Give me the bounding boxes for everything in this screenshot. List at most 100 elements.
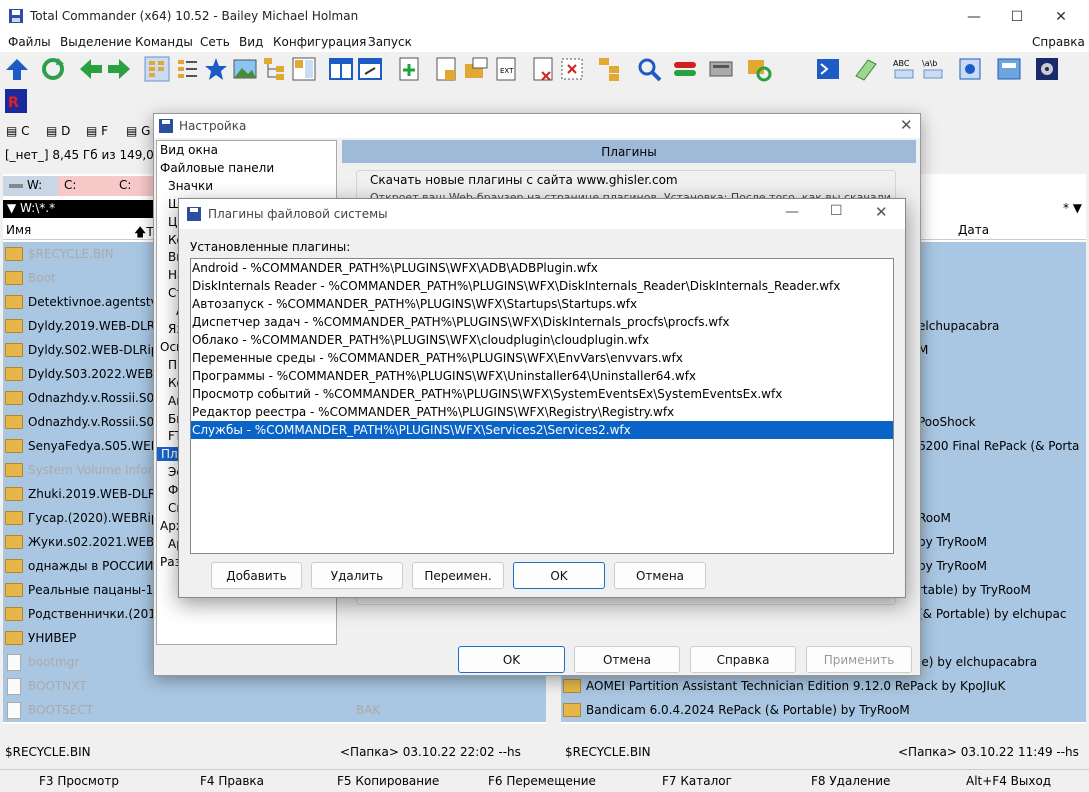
drive-f-icon[interactable]: ▤ F	[86, 124, 108, 138]
menu-help[interactable]: Справка	[1032, 35, 1085, 49]
f4-edit-button[interactable]: F4 Правка	[200, 774, 264, 788]
menu-files[interactable]: Файлы	[8, 35, 51, 49]
plugin-list-item[interactable]: Облако - %COMMANDER_PATH%\PLUGINS\WFX\cl…	[191, 331, 893, 349]
folder-tree-icon[interactable]	[597, 56, 623, 82]
tree-view-icon[interactable]	[262, 56, 288, 82]
settings-icon[interactable]	[957, 56, 983, 82]
installed-plugins-list[interactable]: Android - %COMMANDER_PATH%\PLUGINS\WFX\A…	[190, 258, 894, 554]
function-key-bar: F3 Просмотр F4 Правка F5 Копирование F6 …	[0, 769, 1089, 792]
vertical-split-icon[interactable]	[328, 56, 354, 82]
menu-configuration[interactable]: Конфигурация	[273, 35, 366, 49]
plugin-list-item[interactable]: Android - %COMMANDER_PATH%\PLUGINS\WFX\A…	[191, 259, 893, 277]
delete-file-icon[interactable]	[530, 56, 556, 82]
settings-help-button[interactable]: Справка	[690, 646, 796, 673]
menu-selection[interactable]: Выделение	[60, 35, 131, 49]
tree-item[interactable]: Ц	[168, 215, 177, 229]
plugin-list-item[interactable]: DiskInternals Reader - %COMMANDER_PATH%\…	[191, 277, 893, 295]
file-name: by TryRooM	[918, 559, 987, 573]
plugin-list-item[interactable]: Просмотр событий - %COMMANDER_PATH%\PLUG…	[191, 385, 893, 403]
f7-mkdir-button[interactable]: F7 Каталог	[662, 774, 732, 788]
col-date[interactable]: Дата	[958, 223, 989, 237]
settings-ok-button[interactable]: OK	[458, 646, 565, 673]
left-tab-bar: W: C: C:	[3, 174, 163, 196]
settings-close-icon[interactable]: ✕	[900, 116, 913, 134]
drive-c-icon[interactable]: ▤ C	[6, 124, 30, 138]
add-plugin-button[interactable]: Добавить	[211, 562, 302, 589]
search-icon[interactable]	[636, 56, 662, 82]
table-row[interactable]: BOOTNXT	[3, 674, 546, 698]
plugin-list-item[interactable]: Автозапуск - %COMMANDER_PATH%\PLUGINS\WF…	[191, 295, 893, 313]
rename-regex-icon[interactable]: \a\b	[920, 56, 946, 82]
menu-bar: Файлы Выделение Команды Сеть Вид Конфигу…	[0, 33, 1089, 52]
fs-close-icon[interactable]: ✕	[875, 203, 888, 221]
tree-item[interactable]: Вид окна	[160, 143, 218, 157]
plugin-list-item[interactable]: Переменные среды - %COMMANDER_PATH%\PLUG…	[191, 349, 893, 367]
maximize-button[interactable]: ☐	[994, 0, 1040, 33]
left-path-bar[interactable]: ▼ W:\*.*	[3, 200, 163, 218]
plugin-list-item[interactable]: Программы - %COMMANDER_PATH%\PLUGINS\WFX…	[191, 367, 893, 385]
fs-ok-button[interactable]: OK	[513, 562, 605, 589]
tree-item[interactable]: Файловые панели	[160, 161, 274, 175]
file-name: Жуки.s02.2021.WEB-D	[28, 535, 168, 549]
col-name[interactable]: Имя	[6, 223, 31, 237]
table-row[interactable]: Bandicam 6.0.4.2024 RePack (& Portable) …	[561, 698, 1086, 722]
refresh-icon[interactable]	[40, 56, 66, 82]
fs-maximize-button[interactable]: ☐	[830, 203, 843, 219]
menu-view[interactable]: Вид	[239, 35, 263, 49]
thumbnails-icon[interactable]	[232, 56, 258, 82]
col-ext[interactable]: 🡅Т	[134, 223, 154, 244]
forward-arrow-icon[interactable]	[106, 56, 132, 82]
select-group-icon[interactable]	[396, 56, 422, 82]
folder-icon	[5, 247, 23, 261]
copy-folder-icon[interactable]	[463, 56, 489, 82]
connect-icon[interactable]	[672, 56, 698, 82]
plugin-list-item[interactable]: Диспетчер задач - %COMMANDER_PATH%\PLUGI…	[191, 313, 893, 331]
detailed-view-icon[interactable]	[174, 56, 200, 82]
tree-item[interactable]: Значки	[168, 179, 213, 193]
menu-net[interactable]: Сеть	[200, 35, 230, 49]
table-row[interactable]: AOMEI Partition Assistant Technician Edi…	[561, 674, 1086, 698]
f5-copy-button[interactable]: F5 Копирование	[337, 774, 439, 788]
back-arrow-icon[interactable]	[78, 56, 104, 82]
swap-panels-icon[interactable]	[357, 56, 383, 82]
remove-plugin-button[interactable]: Удалить	[311, 562, 403, 589]
quick-view-icon[interactable]	[291, 56, 317, 82]
right-path-bar[interactable]: * ▼	[906, 200, 1086, 218]
tab-w[interactable]: W:	[3, 176, 58, 196]
ext-file-icon[interactable]: EXT	[493, 56, 519, 82]
system-icon[interactable]	[996, 56, 1022, 82]
favorites-star-icon[interactable]	[203, 56, 229, 82]
f8-delete-button[interactable]: F8 Удаление	[811, 774, 890, 788]
drive-d-icon[interactable]: ▤ D	[46, 124, 70, 138]
up-arrow-icon[interactable]	[4, 56, 30, 82]
notepad-icon[interactable]	[852, 56, 878, 82]
close-button[interactable]: ✕	[1038, 0, 1084, 33]
settings-cancel-button[interactable]: Отмена	[574, 646, 680, 673]
rename-abc-icon[interactable]: ABC	[891, 56, 917, 82]
f6-move-button[interactable]: F6 Перемещение	[488, 774, 596, 788]
settings-apply-button[interactable]: Применить	[806, 646, 912, 673]
ftp-icon[interactable]	[708, 56, 734, 82]
delete-selection-icon[interactable]	[559, 56, 585, 82]
rr-app-icon[interactable]: R	[5, 89, 27, 113]
svg-text:ABC: ABC	[893, 59, 910, 68]
menu-start[interactable]: Запуск	[368, 35, 412, 49]
command-prompt-icon[interactable]	[815, 56, 841, 82]
tab-c1[interactable]: C:	[58, 176, 113, 196]
alt-f4-exit-button[interactable]: Alt+F4 Выход	[966, 774, 1051, 788]
brief-view-icon[interactable]	[144, 56, 170, 82]
fs-cancel-button[interactable]: Отмена	[614, 562, 706, 589]
sync-dirs-icon[interactable]	[746, 56, 772, 82]
minimize-button[interactable]: —	[951, 0, 997, 33]
plugin-list-item[interactable]: Службы - %COMMANDER_PATH%\PLUGINS\WFX\Se…	[191, 421, 893, 439]
table-row[interactable]: BOOTSECT BAK	[3, 698, 546, 722]
fs-minimize-button[interactable]: —	[785, 204, 799, 220]
drive-g-icon[interactable]: ▤ G	[126, 124, 150, 138]
gear-icon[interactable]	[1034, 56, 1060, 82]
new-file-icon[interactable]	[433, 56, 459, 82]
plugin-list-item[interactable]: Редактор реестра - %COMMANDER_PATH%\PLUG…	[191, 403, 893, 421]
menu-commands[interactable]: Команды	[135, 35, 193, 49]
rename-plugin-button[interactable]: Переимен.	[412, 562, 504, 589]
file-name: by TryRooM	[918, 535, 987, 549]
f3-view-button[interactable]: F3 Просмотр	[39, 774, 119, 788]
